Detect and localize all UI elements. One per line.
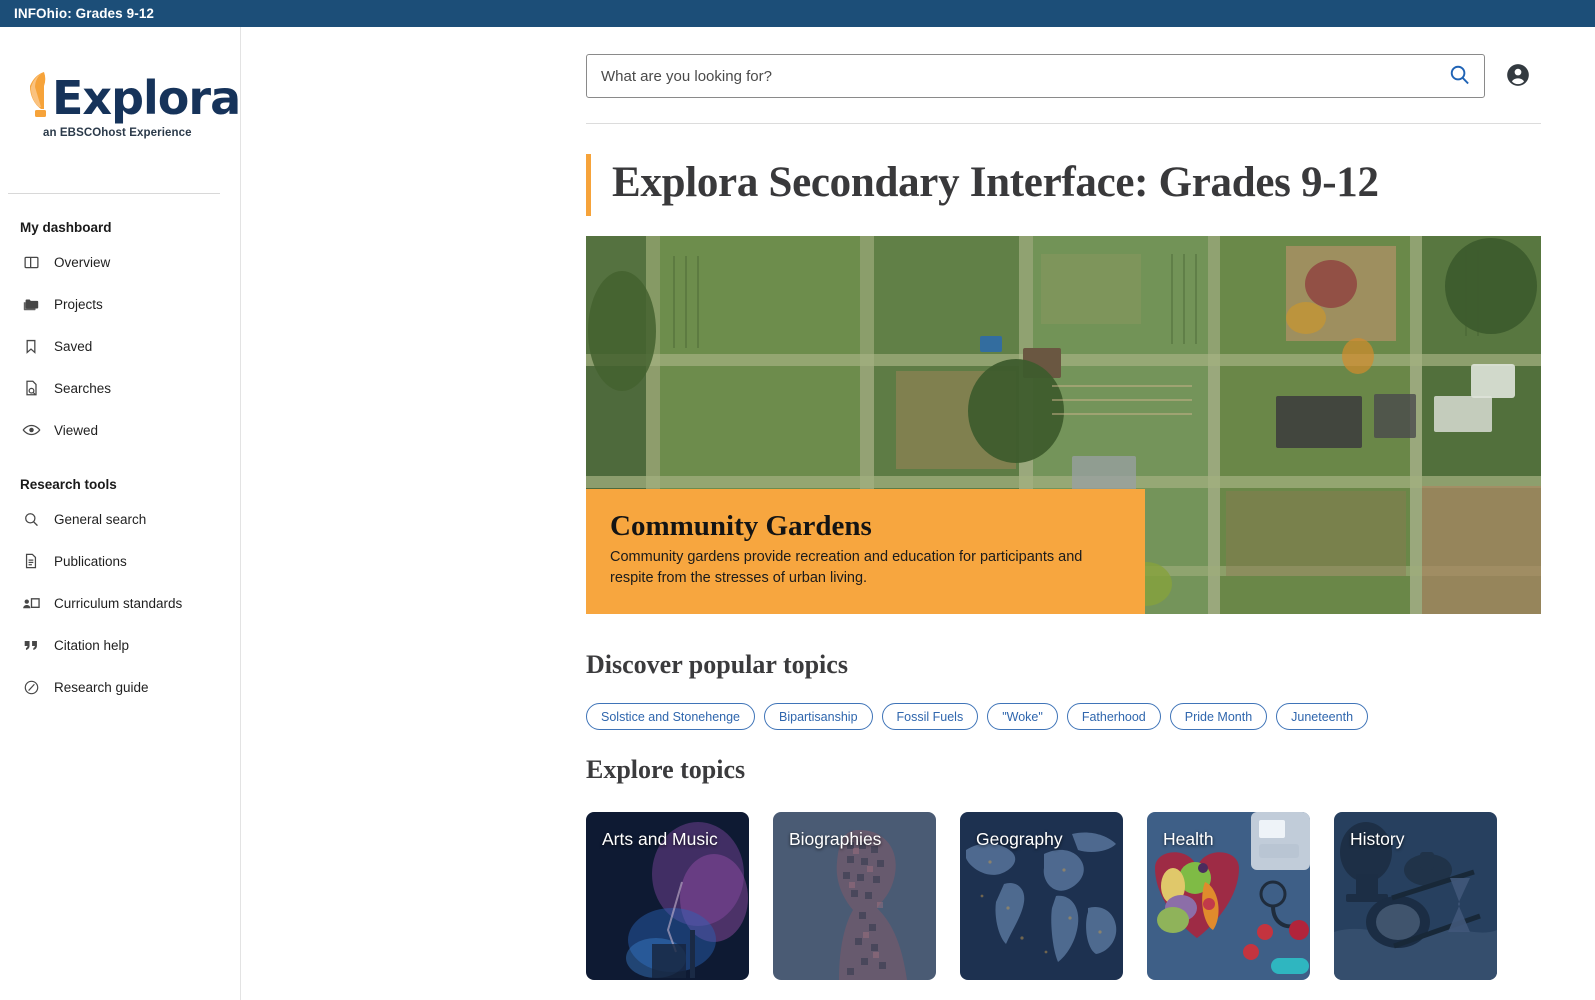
sidebar-item-research-guide[interactable]: Research guide: [0, 666, 240, 708]
account-button[interactable]: [1497, 55, 1539, 97]
hero-description: Community gardens provide recreation and…: [610, 549, 1083, 587]
sidebar-item-curriculum-standards[interactable]: Curriculum standards: [0, 582, 240, 624]
institution-title: INFOhio: Grades 9-12: [14, 6, 155, 21]
topic-card-label: Arts and Music: [602, 829, 718, 849]
search-icon: [20, 508, 42, 530]
header-divider: [586, 123, 1541, 124]
topic-chip[interactable]: Fatherhood: [1066, 703, 1161, 730]
topic-chip[interactable]: Bipartisanship: [764, 703, 873, 730]
hero-banner[interactable]: Community Gardens Community gardens prov…: [586, 236, 1541, 614]
sidebar-item-citation-help[interactable]: Citation help: [0, 624, 240, 666]
app-top-bar: INFOhio: Grades 9-12: [0, 0, 1595, 27]
topic-card-label: Biographies: [789, 829, 882, 849]
bookmark-icon: [20, 335, 42, 357]
title-accent-bar: [586, 154, 591, 216]
document-search-icon: [20, 377, 42, 399]
quote-icon: [20, 634, 42, 656]
topic-chip[interactable]: Pride Month: [1169, 703, 1268, 730]
sidebar-group-title-research-tools: Research tools: [20, 477, 117, 492]
eye-icon: [20, 419, 42, 441]
page-title: Explora Secondary Interface: Grades 9-12: [612, 159, 1379, 206]
search-icon: [1448, 63, 1471, 89]
sidebar-item-label: Saved: [54, 338, 93, 354]
sidebar-item-label: Curriculum standards: [54, 595, 183, 611]
sidebar-item-label: Citation help: [54, 637, 130, 653]
topic-chip[interactable]: Juneteenth: [1276, 703, 1369, 730]
sidebar-item-viewed[interactable]: Viewed: [0, 409, 240, 451]
search-row: [586, 54, 1541, 98]
sidebar-item-general-search[interactable]: General search: [0, 498, 240, 540]
popular-topics-heading: Discover popular topics: [586, 650, 848, 679]
sidebar-item-projects[interactable]: Projects: [0, 283, 240, 325]
explora-logo[interactable]: Explora an EBSCOhost Experience: [0, 27, 241, 179]
sidebar-item-saved[interactable]: Saved: [0, 325, 240, 367]
layout-icon: [20, 251, 42, 273]
topic-card-label: History: [1350, 829, 1405, 849]
hero-title: Community Gardens: [610, 510, 872, 542]
hero-overlay-card: Community Gardens Community gardens prov…: [586, 489, 1145, 614]
sidebar-group-title-my-dashboard: My dashboard: [20, 220, 112, 235]
search-submit-button[interactable]: [1434, 55, 1484, 97]
sidebar-item-publications[interactable]: Publications: [0, 540, 240, 582]
explora-wordmark: Explora: [52, 71, 241, 126]
topic-chip[interactable]: Solstice and Stonehenge: [586, 703, 755, 730]
topic-card-biographies[interactable]: Biographies: [773, 812, 936, 980]
explore-topics-cards: Arts and Music Biographies Geography Hea…: [586, 812, 1497, 980]
explore-topics-heading: Explore topics: [586, 755, 746, 784]
account-circle-icon: [1505, 62, 1531, 91]
sidebar-item-label: General search: [54, 511, 147, 527]
compass-icon: [20, 676, 42, 698]
sidebar-item-label: Overview: [54, 254, 111, 270]
page-title-block: Explora Secondary Interface: Grades 9-12: [586, 154, 1379, 216]
explora-tagline: an EBSCOhost Experience: [43, 127, 192, 139]
topic-chip[interactable]: "Woke": [987, 703, 1058, 730]
main-content: Explora Secondary Interface: Grades 9-12: [241, 27, 1595, 1000]
presentation-icon: [20, 592, 42, 614]
sidebar-item-overview[interactable]: Overview: [0, 241, 240, 283]
topic-card-geography[interactable]: Geography: [960, 812, 1123, 980]
topic-card-label: Geography: [976, 829, 1063, 849]
sidebar-item-label: Projects: [54, 296, 103, 312]
search-input[interactable]: [587, 67, 1434, 85]
hot-air-balloon-icon: [18, 69, 50, 121]
search-box[interactable]: [586, 54, 1485, 98]
topic-chip[interactable]: Fossil Fuels: [881, 703, 979, 730]
sidebar-item-label: Research guide: [54, 679, 149, 695]
topic-card-history[interactable]: History: [1334, 812, 1497, 980]
folders-icon: [20, 293, 42, 315]
sidebar: Explora an EBSCOhost Experience My dashb…: [0, 27, 241, 1000]
sidebar-item-label: Searches: [54, 380, 112, 396]
popular-topics-chips: Solstice and Stonehenge Bipartisanship F…: [586, 703, 1586, 730]
sidebar-item-searches[interactable]: Searches: [0, 367, 240, 409]
topic-card-label: Health: [1163, 829, 1214, 849]
topic-card-health[interactable]: Health: [1147, 812, 1310, 980]
document-icon: [20, 550, 42, 572]
sidebar-item-label: Viewed: [54, 422, 99, 438]
sidebar-item-label: Publications: [54, 553, 127, 569]
topic-card-arts-and-music[interactable]: Arts and Music: [586, 812, 749, 980]
